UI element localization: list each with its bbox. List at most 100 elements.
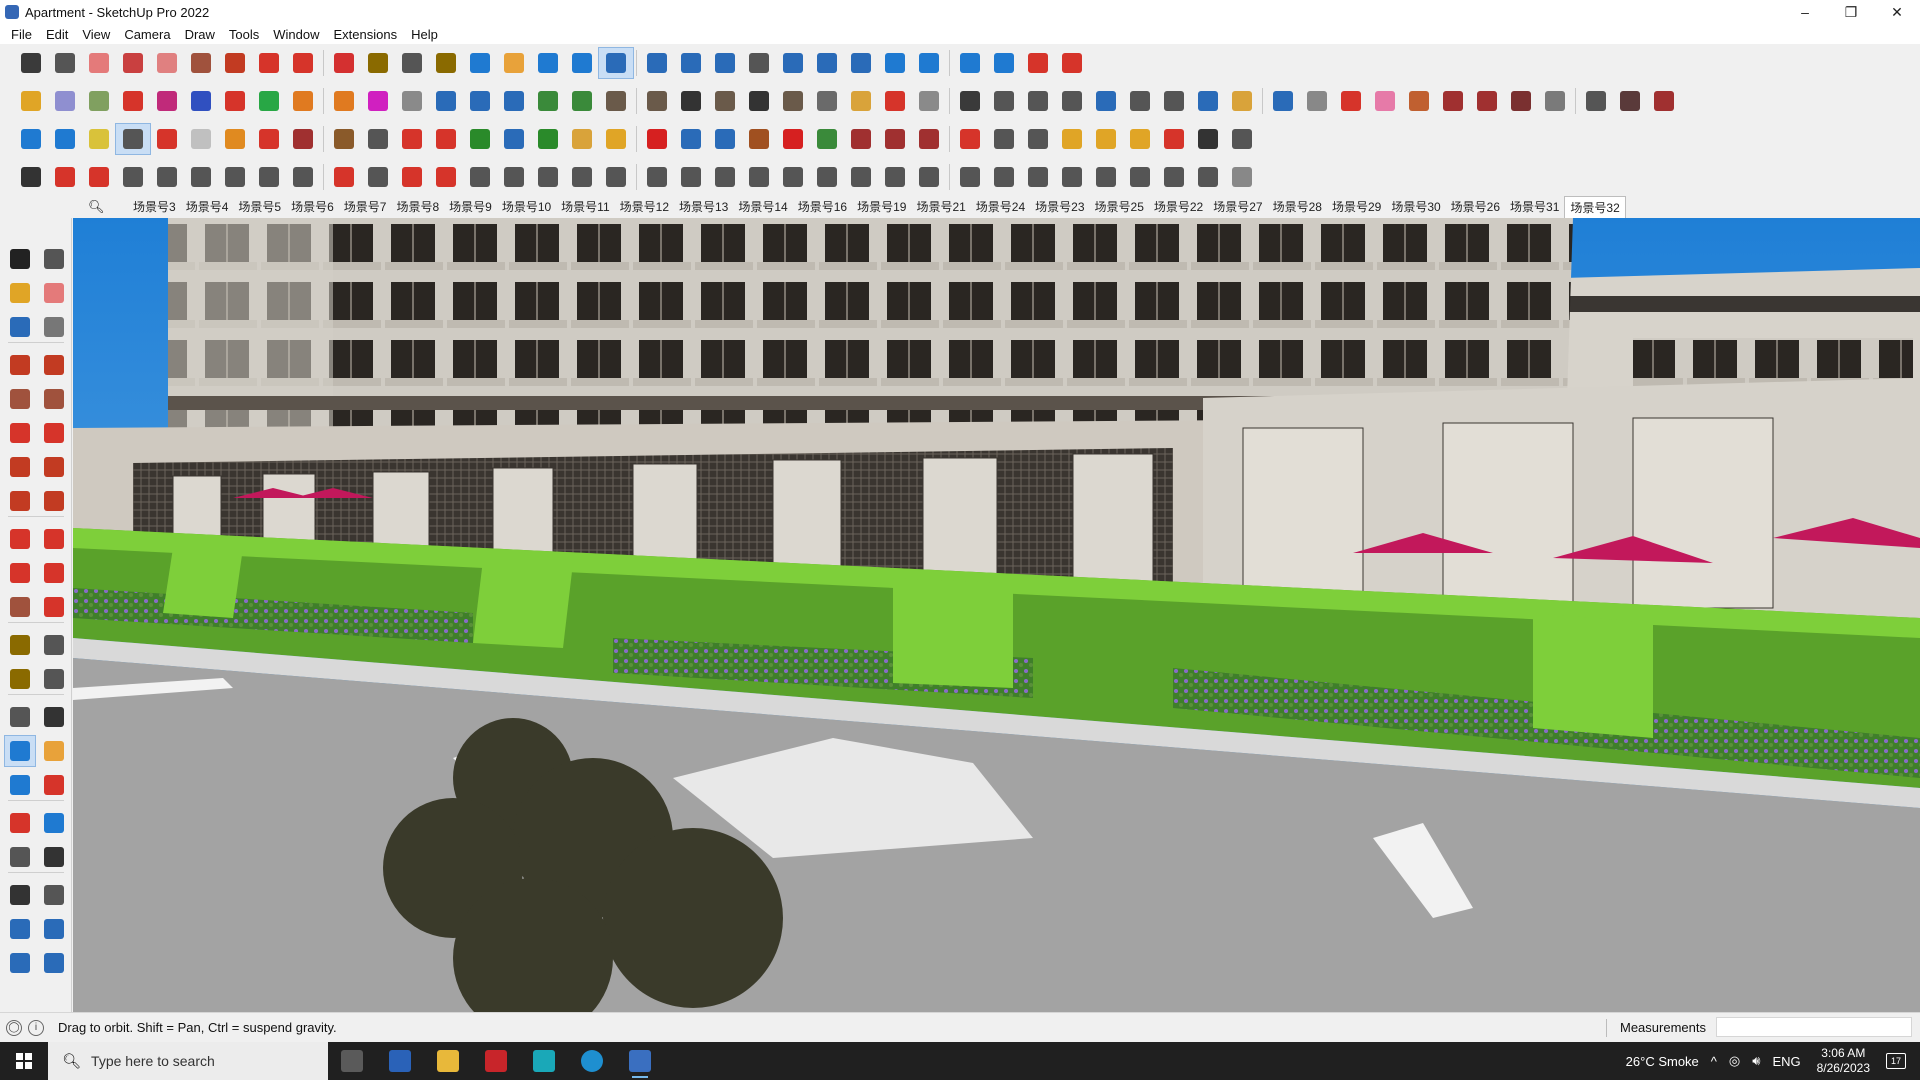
toolbar-button-icon[interactable] (286, 86, 320, 116)
toolbar-button-icon[interactable] (184, 48, 218, 78)
toolbar-button-icon[interactable] (1334, 86, 1368, 116)
toolbar-button-icon[interactable] (463, 48, 497, 78)
toolbar-button-icon[interactable] (640, 48, 674, 78)
palette-tool-icon[interactable] (5, 630, 35, 660)
toolbar-button-icon[interactable] (395, 124, 429, 154)
toolbar-button-icon[interactable] (912, 48, 946, 78)
toolbar-button-icon[interactable] (14, 86, 48, 116)
toolbar-button-icon[interactable] (776, 162, 810, 192)
toolbar-button-icon[interactable] (252, 162, 286, 192)
toolbar-button-icon[interactable] (708, 48, 742, 78)
toolbar-button-icon[interactable] (116, 86, 150, 116)
acrobat-app[interactable] (472, 1042, 520, 1080)
toolbar-button-icon[interactable] (565, 48, 599, 78)
scene-tab[interactable]: 场景号11 (556, 196, 614, 218)
palette-tool-icon[interactable] (5, 244, 35, 274)
scene-tab[interactable]: 场景号12 (615, 196, 674, 218)
toolbar-button-icon[interactable] (1402, 86, 1436, 116)
toolbar-button-icon[interactable] (327, 162, 361, 192)
palette-tool-icon[interactable] (39, 914, 69, 944)
scene-tab[interactable]: 场景号10 (497, 196, 556, 218)
sketchup-app[interactable] (616, 1042, 664, 1080)
toolbar-button-icon[interactable] (878, 162, 912, 192)
palette-tool-icon[interactable] (5, 948, 35, 978)
scene-tab[interactable]: 场景号19 (852, 196, 911, 218)
palette-tool-icon[interactable] (5, 664, 35, 694)
toolbar-button-icon[interactable] (810, 162, 844, 192)
toolbar-button-icon[interactable] (599, 162, 633, 192)
palette-tool-icon[interactable] (5, 842, 35, 872)
toolbar-button-icon[interactable] (1647, 86, 1681, 116)
start-button[interactable] (0, 1042, 48, 1080)
palette-tool-icon[interactable] (39, 350, 69, 380)
toolbar-button-icon[interactable] (810, 124, 844, 154)
toolbar-button-icon[interactable] (497, 86, 531, 116)
palette-tool-icon[interactable] (5, 914, 35, 944)
toolbar-button-icon[interactable] (1538, 86, 1572, 116)
toolbar-button-icon[interactable] (184, 124, 218, 154)
scene-tab[interactable]: 场景号8 (391, 196, 444, 218)
toolbar-button-icon[interactable] (953, 86, 987, 116)
toolbar-button-icon[interactable] (776, 48, 810, 78)
palette-tool-icon[interactable] (39, 418, 69, 448)
palette-tool-icon[interactable] (39, 948, 69, 978)
toolbar-button-icon[interactable] (395, 86, 429, 116)
scene-tab[interactable]: 场景号14 (733, 196, 792, 218)
toolbar-button-icon[interactable] (987, 86, 1021, 116)
toolbar-button-icon[interactable] (361, 48, 395, 78)
toolbar-button-icon[interactable] (599, 86, 633, 116)
toolbar-button-icon[interactable] (116, 48, 150, 78)
toolbar-button-icon[interactable] (674, 162, 708, 192)
file-explorer-app[interactable] (424, 1042, 472, 1080)
scene-tab[interactable]: 场景号9 (444, 196, 497, 218)
toolbar-button-icon[interactable] (252, 48, 286, 78)
toolbar-button-icon[interactable] (1055, 48, 1089, 78)
toolbar-button-icon[interactable] (463, 162, 497, 192)
toolbar-button-icon[interactable] (395, 48, 429, 78)
toolbar-button-icon[interactable] (1436, 86, 1470, 116)
toolbar-button-icon[interactable] (1089, 86, 1123, 116)
toolbar-button-icon[interactable] (844, 162, 878, 192)
toolbar-button-icon[interactable] (82, 48, 116, 78)
toolbar-button-icon[interactable] (14, 124, 48, 154)
menu-edit[interactable]: Edit (39, 27, 75, 42)
toolbar-button-icon[interactable] (953, 48, 987, 78)
palette-tool-icon[interactable] (39, 630, 69, 660)
toolbar-button-icon[interactable] (878, 124, 912, 154)
toolbar-button-icon[interactable] (497, 162, 531, 192)
toolbar-button-icon[interactable] (1021, 124, 1055, 154)
scene-tab[interactable]: 场景号23 (1030, 196, 1089, 218)
palette-tool-icon[interactable] (5, 808, 35, 838)
palette-tool-icon[interactable] (5, 312, 35, 342)
toolbar-button-icon[interactable] (708, 86, 742, 116)
toolbar-button-icon[interactable] (844, 124, 878, 154)
palette-tool-icon[interactable] (39, 664, 69, 694)
toolbar-button-icon[interactable] (565, 86, 599, 116)
toolbar-button-icon[interactable] (640, 162, 674, 192)
scene-tab[interactable]: 场景号27 (1208, 196, 1267, 218)
palette-tool-icon[interactable] (5, 702, 35, 732)
toolbar-button-icon[interactable] (987, 162, 1021, 192)
network-icon[interactable]: ◎ (1729, 1053, 1740, 1069)
language-indicator[interactable]: ENG (1772, 1054, 1800, 1069)
toolbar-button-icon[interactable] (912, 124, 946, 154)
palette-tool-icon[interactable] (5, 524, 35, 554)
toolbar-button-icon[interactable] (286, 48, 320, 78)
palette-tool-icon[interactable] (39, 592, 69, 622)
toolbar-button-icon[interactable] (598, 47, 634, 79)
toolbar-button-icon[interactable] (116, 162, 150, 192)
palette-tool-icon[interactable] (39, 770, 69, 800)
menu-help[interactable]: Help (404, 27, 445, 42)
toolbar-button-icon[interactable] (252, 124, 286, 154)
toolbar-button-icon[interactable] (82, 86, 116, 116)
toolbar-button-icon[interactable] (150, 162, 184, 192)
menu-view[interactable]: View (75, 27, 117, 42)
toolbar-button-icon[interactable] (327, 48, 361, 78)
scene-tab[interactable]: 场景号4 (181, 196, 234, 218)
toolbar-button-icon[interactable] (776, 86, 810, 116)
toolbar-button-icon[interactable] (286, 162, 320, 192)
toolbar-button-icon[interactable] (1191, 124, 1225, 154)
palette-tool-icon[interactable] (39, 702, 69, 732)
maximize-button[interactable]: ❐ (1828, 0, 1874, 24)
toolbar-button-icon[interactable] (674, 124, 708, 154)
